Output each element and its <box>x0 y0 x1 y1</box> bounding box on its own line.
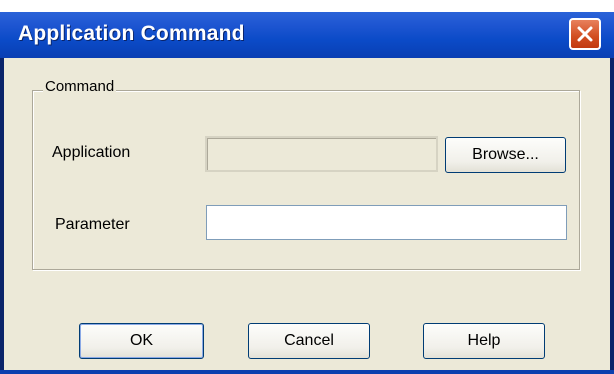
application-field <box>205 136 438 172</box>
parameter-input[interactable] <box>206 205 567 240</box>
close-icon <box>577 26 593 42</box>
title-bar[interactable]: Application Command <box>0 12 614 58</box>
command-groupbox <box>32 90 580 270</box>
help-button[interactable]: Help <box>423 323 545 359</box>
browse-button[interactable]: Browse... <box>445 137 566 173</box>
top-border-line <box>0 0 614 4</box>
application-label: Application <box>52 144 131 161</box>
cancel-button[interactable]: Cancel <box>248 323 370 359</box>
window-bottom-border <box>0 370 614 374</box>
dialog-window: Application Command Command Application … <box>0 12 614 374</box>
dialog-title: Application Command <box>18 22 245 45</box>
close-button[interactable] <box>569 18 601 50</box>
ok-button[interactable]: OK <box>79 323 204 359</box>
command-group-legend: Command <box>43 78 117 95</box>
dialog-client-area: Command Application Browse... Parameter … <box>4 58 610 370</box>
parameter-label: Parameter <box>55 216 130 233</box>
